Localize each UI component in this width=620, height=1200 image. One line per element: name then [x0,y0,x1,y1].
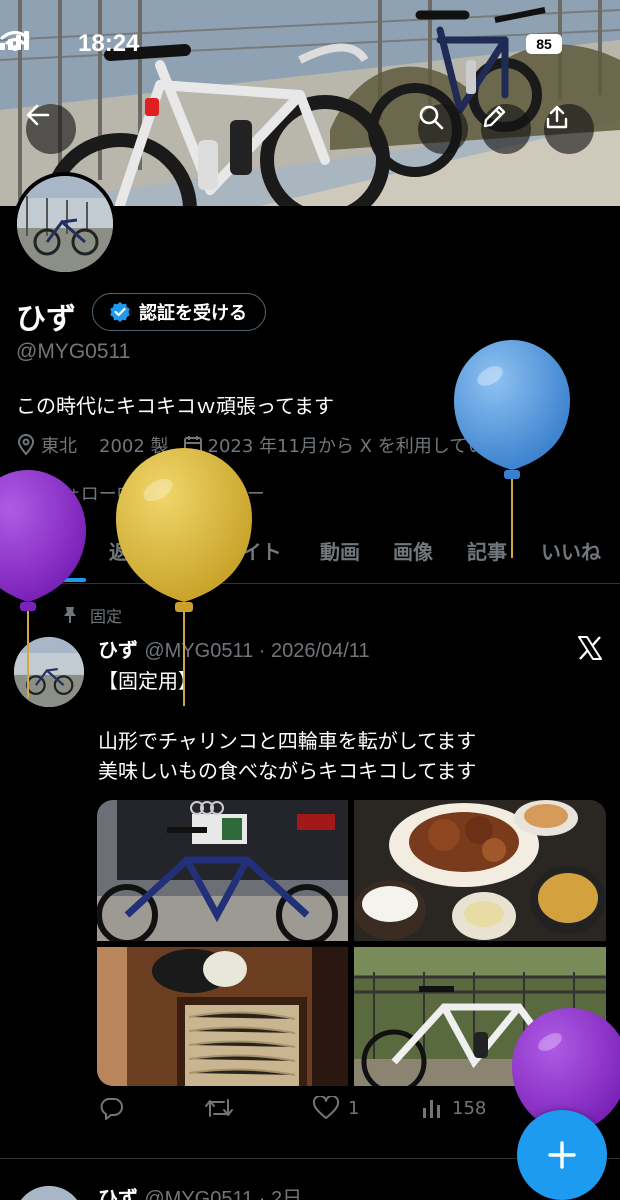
tab-posts[interactable]: ポスト [12,536,72,565]
x-logo-icon [578,636,602,660]
post-media-grid [97,800,606,1086]
post-meta: @MYG0511 · 2026/04/11 [144,640,370,662]
compose-plus-icon [548,1141,576,1169]
back-button[interactable] [26,104,76,154]
like-icon [312,1096,340,1119]
compose-post-button[interactable] [517,1110,607,1200]
followers-count: 8 [156,484,170,505]
reply-button[interactable] [98,1096,124,1120]
chevron-right-icon[interactable] [533,436,545,454]
following-count: 11 [14,484,40,505]
followers-label: フォロワー [174,484,265,505]
media-image-bike-car[interactable] [97,800,348,941]
get-verified-label: 認証を受ける [139,303,247,324]
status-time: 18:24 [78,30,140,57]
media-image-fried-chicken[interactable] [354,800,606,941]
profile-meta: 東北 2002 製 2023 年11月から X を利用しています [16,432,545,458]
following-label: フォロー中 [44,484,135,505]
pinned-label: 固定 [62,603,122,627]
calendar-icon [183,436,202,454]
media-image-bike-fence[interactable] [354,947,606,1086]
tab-articles[interactable]: 記事 [467,536,507,565]
pinned-text: 固定 [90,607,123,626]
follow-stats: 11 フォロー中 8 フォロワー [14,480,265,506]
share-icon [546,105,568,129]
tab-likes[interactable]: いいね [541,536,601,565]
post-line: 【固定用】 [98,669,198,693]
post-author[interactable]: ひず [98,638,138,662]
views-button[interactable]: 158 [420,1096,486,1120]
second-post-meta: @MYG0511 · 2日 [144,1188,303,1200]
search-icon [419,105,444,130]
second-post-header: ひず @MYG0511 · 2日 [98,1182,302,1200]
media-image-soba[interactable] [97,947,348,1086]
post-line: 美味しいもの食べながらキコキコしてます [98,759,477,783]
battery-indicator: 85 [526,34,562,54]
back-arrow-icon [26,104,50,126]
profile-tabs: ポスト 返信 ハイライト 動画 画像 記事 いいね [0,530,620,584]
post-avatar[interactable] [14,637,84,707]
like-button[interactable]: 1 [312,1096,359,1120]
reply-icon [100,1098,123,1120]
following-link[interactable]: 11 フォロー中 [14,484,135,505]
post-body: 【固定用】 山形でチャリンコと四輪車を転がしてます 美味しいもの食べながらキコキ… [98,666,476,786]
repost-button[interactable] [204,1096,234,1120]
second-post-author[interactable]: ひず [98,1186,138,1200]
joined-item: 2023 年11月から X を利用しています [183,432,522,458]
tab-media[interactable]: 画像 [393,536,433,565]
search-button[interactable] [418,104,468,154]
edit-profile-button[interactable] [481,104,531,154]
status-bar: 18:24 85 [0,30,620,66]
like-count: 1 [348,1097,360,1119]
location-pin-icon [17,434,35,456]
tab-videos[interactable]: 動画 [320,536,360,565]
views-count: 158 [452,1097,487,1119]
tab-replies[interactable]: 返信 [109,536,149,565]
views-icon [423,1100,440,1118]
post-actions: 1 158 [98,1096,538,1126]
second-post-avatar[interactable] [14,1186,84,1200]
active-tab-indicator [10,578,86,582]
verified-badge-icon [110,302,130,322]
profile-name: ひず [16,302,76,337]
joined-text: 2023 年11月から X を利用しています [207,436,522,457]
pin-icon [64,607,76,623]
get-verified-button[interactable]: 認証を受ける [92,293,266,331]
birth-text: 2002 製 [99,436,169,457]
wifi-icon [0,30,30,51]
profile-avatar[interactable] [13,172,117,276]
profile-bio: この時代にキコキコｗ頑張ってます [16,394,334,418]
location-text: 東北 [41,436,77,457]
tab-highlights[interactable]: ハイライト [182,536,282,565]
share-button[interactable] [544,104,594,154]
followers-link[interactable]: 8 フォロワー [157,484,265,505]
post-line [98,696,476,726]
location-item: 東北 [16,432,77,458]
post-line: 山形でチャリンコと四輪車を転がしてます [98,729,477,753]
pencil-icon [483,105,506,128]
profile-banner[interactable]: 18:24 85 [0,0,620,206]
repost-icon [205,1099,233,1117]
profile-handle: @MYG0511 [16,340,131,363]
post-header: ひず @MYG0511 · 2026/04/11 [98,634,370,663]
